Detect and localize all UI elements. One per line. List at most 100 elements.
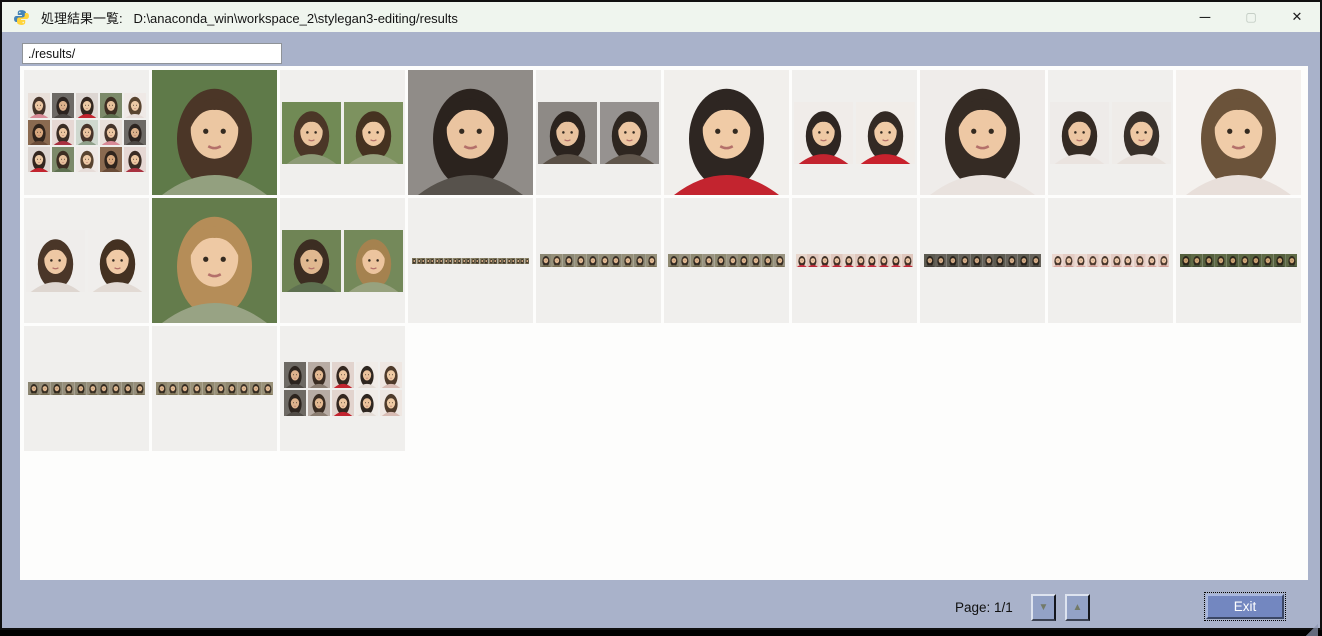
face-thumbnail [134, 382, 146, 395]
page-value: 1/1 [994, 600, 1013, 615]
face-thumbnail [866, 254, 878, 267]
face-thumbnail [124, 147, 146, 172]
face-thumbnail [1227, 254, 1239, 267]
thumbnail-cell-pair[interactable] [280, 70, 405, 195]
face-thumbnail [807, 254, 819, 267]
face-thumbnail [1111, 254, 1123, 267]
face-thumbnail [920, 70, 1045, 195]
thumbnail-cell-sheet[interactable] [24, 70, 149, 195]
face-thumbnail [28, 120, 50, 145]
face-thumbnail [1006, 254, 1018, 267]
face-thumbnail [215, 382, 227, 395]
face-thumbnail [994, 254, 1006, 267]
face-thumbnail [959, 254, 971, 267]
thumbnail-cell-strip[interactable] [1176, 198, 1301, 323]
face-thumbnail [308, 362, 330, 388]
face-thumbnail [100, 120, 122, 145]
face-thumbnail [308, 390, 330, 416]
face-thumbnail [1122, 254, 1134, 267]
page-down-button[interactable]: ▼ [1031, 594, 1056, 621]
thumbnail-cell-strip[interactable] [1048, 198, 1173, 323]
face-thumbnail [551, 254, 563, 267]
thumbnail-cell-pair[interactable] [280, 198, 405, 323]
thumbnail-cell-portrait[interactable] [1176, 70, 1301, 195]
interpolation-strip [924, 254, 1042, 267]
face-thumbnail [1050, 102, 1109, 164]
face-thumbnail [1239, 254, 1251, 267]
thumbnail-cell-strip[interactable] [920, 198, 1045, 323]
face-thumbnail [1286, 254, 1298, 267]
window-controls: ─ ▢ ✕ [1182, 2, 1320, 32]
exit-button[interactable]: Exit [1206, 594, 1284, 619]
thumbnail-cell-pair[interactable] [24, 198, 149, 323]
interpolation-strip [796, 254, 914, 267]
thumbnail-cell-portrait[interactable] [152, 198, 277, 323]
face-thumbnail [110, 382, 122, 395]
exit-button-focus-ring: Exit [1204, 592, 1286, 621]
face-thumbnail [124, 93, 146, 118]
face-thumbnail [380, 362, 402, 388]
face-thumbnail [1134, 254, 1146, 267]
face-thumbnail [76, 147, 98, 172]
face-thumbnail [878, 254, 890, 267]
face-thumbnail [124, 120, 146, 145]
face-thumbnail [634, 254, 646, 267]
face-thumbnail [98, 382, 110, 395]
thumbnail-cell-pair[interactable] [792, 70, 917, 195]
interpolation-strip [1052, 254, 1170, 267]
face-thumbnail [703, 254, 715, 267]
face-thumbnail [75, 382, 87, 395]
face-thumbnail [1180, 254, 1192, 267]
thumbnail-cell-sheet[interactable] [280, 326, 405, 451]
thumbnail-cell-portrait[interactable] [408, 70, 533, 195]
face-thumbnail [344, 230, 403, 292]
thumbnail-cell-strip[interactable] [152, 326, 277, 451]
interpolation-strip [668, 254, 786, 267]
thumbnail-cell-portrait[interactable] [152, 70, 277, 195]
face-thumbnail [1274, 254, 1286, 267]
face-thumbnail [983, 254, 995, 267]
face-thumbnail [26, 230, 85, 292]
thumbnail-cell-pair[interactable] [536, 70, 661, 195]
face-thumbnail [250, 382, 262, 395]
thumbnail-cell-strip[interactable] [664, 198, 789, 323]
face-thumbnail [282, 230, 341, 292]
thumbnail-cell-strip[interactable] [536, 198, 661, 323]
face-thumbnail [356, 362, 378, 388]
thumbnail-cell-portrait[interactable] [920, 70, 1045, 195]
face-thumbnail [971, 254, 983, 267]
thumbnail-cell-portrait[interactable] [664, 70, 789, 195]
face-thumbnail [408, 70, 533, 195]
thumbnail-cell-pair[interactable] [1048, 70, 1173, 195]
contact-sheet [28, 93, 146, 172]
thumbnail-cell-strip[interactable] [792, 198, 917, 323]
face-thumbnail [843, 254, 855, 267]
face-thumbnail [587, 254, 599, 267]
page-up-button[interactable]: ▲ [1065, 594, 1090, 621]
face-thumbnail [28, 147, 50, 172]
close-button[interactable]: ✕ [1274, 2, 1320, 32]
face-thumbnail [599, 254, 611, 267]
face-thumbnail [179, 382, 191, 395]
face-thumbnail [1203, 254, 1215, 267]
face-thumbnail [39, 382, 51, 395]
face-thumbnail [52, 147, 74, 172]
contact-sheet [284, 362, 402, 416]
before-after-pair [26, 230, 147, 292]
face-thumbnail [600, 102, 659, 164]
interpolation-strip [28, 382, 146, 395]
thumbnail-cell-strip[interactable] [24, 326, 149, 451]
maximize-button[interactable]: ▢ [1228, 2, 1274, 32]
page-label: Page: [955, 600, 990, 615]
minimize-button[interactable]: ─ [1182, 2, 1228, 32]
results-path-input[interactable] [22, 43, 282, 64]
face-thumbnail [1250, 254, 1262, 267]
thumbnail-cell-strip[interactable] [408, 198, 533, 323]
face-thumbnail [1075, 254, 1087, 267]
face-thumbnail [191, 382, 203, 395]
face-thumbnail [167, 382, 179, 395]
face-thumbnail [664, 70, 789, 195]
face-thumbnail [76, 120, 98, 145]
face-thumbnail [1146, 254, 1158, 267]
resize-grip[interactable] [1306, 624, 1318, 636]
